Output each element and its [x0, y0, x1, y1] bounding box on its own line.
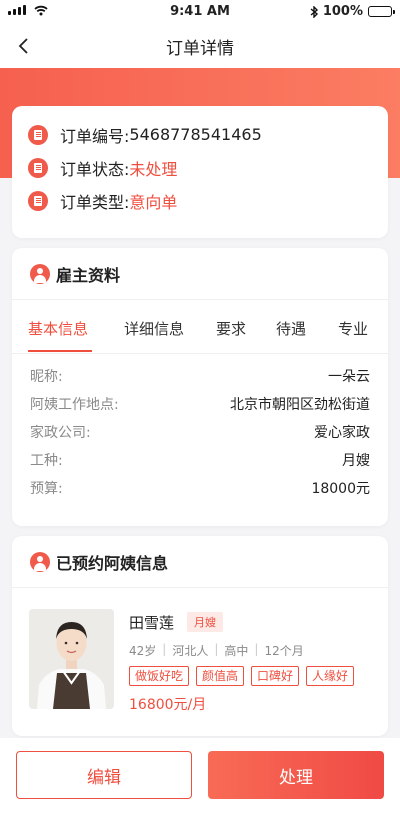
battery-icon — [368, 6, 395, 17]
skill-tag: 做饭好吃 — [129, 666, 190, 686]
tab-benefits[interactable]: 待遇 — [276, 318, 306, 339]
bluetooth-icon — [310, 5, 318, 18]
info-key: 工种: — [30, 453, 63, 469]
nanny-item[interactable]: 田雪莲 月嫂 42岁 | 河北人 | 高中 | 12个月 做饭好吃 颜值高 口碑… — [12, 588, 388, 736]
employer-card-header: 雇主资料 — [12, 248, 388, 300]
info-row-nickname: 昵称: 一朵云 — [30, 362, 370, 390]
info-value: 爱心家政 — [314, 425, 370, 441]
skill-tag: 颜值高 — [196, 666, 245, 686]
tab-professional[interactable]: 专业 — [338, 318, 368, 339]
employer-info-list: 昵称: 一朵云 阿姨工作地点: 北京市朝阳区劲松街道 家政公司: 爱心家政 工种… — [12, 354, 388, 502]
order-status-value: 未处理 — [129, 159, 178, 179]
skill-tag: 人缘好 — [306, 666, 355, 686]
person-icon — [30, 551, 50, 572]
bottom-action-bar: 编辑 处理 — [0, 738, 400, 813]
nanny-card-header: 已预约阿姨信息 — [12, 536, 388, 588]
info-row-job-type: 工种: 月嫂 — [30, 446, 370, 474]
nanny-name: 田雪莲 — [129, 614, 175, 632]
order-status-row: 订单状态: 未处理 — [12, 151, 388, 184]
nanny-meta: 42岁 | 河北人 | 高中 | 12个月 — [129, 642, 304, 659]
battery-percent: 100% — [322, 4, 363, 19]
status-bar: 9:41 AM 100% — [0, 0, 400, 24]
nanny-job-badge: 月嫂 — [187, 612, 223, 632]
info-value: 月嫂 — [342, 453, 370, 469]
nanny-photo — [29, 609, 114, 709]
info-row-location: 阿姨工作地点: 北京市朝阳区劲松街道 — [30, 390, 370, 418]
nanny-education: 高中 — [224, 644, 249, 658]
order-status-label: 订单状态: — [60, 159, 130, 179]
info-key: 家政公司: — [30, 425, 91, 441]
info-value: 一朵云 — [328, 369, 370, 385]
person-icon — [30, 263, 50, 284]
tab-detail-info[interactable]: 详细信息 — [124, 318, 184, 339]
employer-title: 雇主资料 — [56, 265, 121, 285]
page-title: 订单详情 — [166, 39, 234, 59]
info-key: 昵称: — [30, 369, 63, 385]
order-info-card: 订单编号: 5468778541465 订单状态: 未处理 订单类型: 意向单 — [12, 106, 388, 238]
document-icon — [28, 124, 48, 145]
employer-tabs: 基本信息 详细信息 要求 待遇 专业 — [12, 300, 388, 354]
status-right: 100% — [310, 4, 395, 19]
order-number-label: 订单编号: — [60, 126, 130, 146]
document-icon — [28, 190, 48, 211]
info-row-budget: 预算: 18000元 — [30, 474, 370, 502]
tab-requirements[interactable]: 要求 — [216, 318, 246, 339]
nav-bar: 订单详情 — [0, 24, 400, 68]
info-key: 阿姨工作地点: — [30, 397, 119, 413]
nanny-age: 42岁 — [129, 644, 157, 658]
info-value: 北京市朝阳区劲松街道 — [230, 397, 370, 413]
nanny-origin: 河北人 — [172, 644, 209, 658]
active-tab-indicator — [28, 350, 92, 352]
order-number-row: 订单编号: 5468778541465 — [12, 118, 388, 151]
tab-basic-info[interactable]: 基本信息 — [28, 318, 88, 339]
order-type-value: 意向单 — [129, 192, 178, 212]
nanny-card: 已预约阿姨信息 田雪莲 月嫂 42岁 | 河北人 | 高中 | 12个月 做饭好… — [12, 536, 388, 736]
nanny-experience: 12个月 — [264, 644, 304, 658]
info-value: 18000元 — [311, 481, 370, 497]
process-button[interactable]: 处理 — [208, 751, 384, 799]
nanny-card-title: 已预约阿姨信息 — [56, 553, 169, 573]
meta-separator: | — [162, 642, 167, 656]
meta-separator: | — [254, 642, 259, 656]
order-number-value: 5468778541465 — [129, 125, 262, 144]
employer-card: 雇主资料 基本信息 详细信息 要求 待遇 专业 昵称: 一朵云 阿姨工作地点: … — [12, 248, 388, 526]
order-type-label: 订单类型: — [60, 192, 130, 212]
order-type-row: 订单类型: 意向单 — [12, 184, 388, 217]
skill-tag: 口碑好 — [251, 666, 300, 686]
document-icon — [28, 157, 48, 178]
edit-button[interactable]: 编辑 — [16, 751, 192, 799]
info-key: 预算: — [30, 481, 63, 497]
info-row-company: 家政公司: 爱心家政 — [30, 418, 370, 446]
nanny-price: 16800元/月 — [129, 697, 207, 713]
nanny-skill-tags: 做饭好吃 颜值高 口碑好 人缘好 — [129, 666, 355, 686]
meta-separator: | — [214, 642, 219, 656]
